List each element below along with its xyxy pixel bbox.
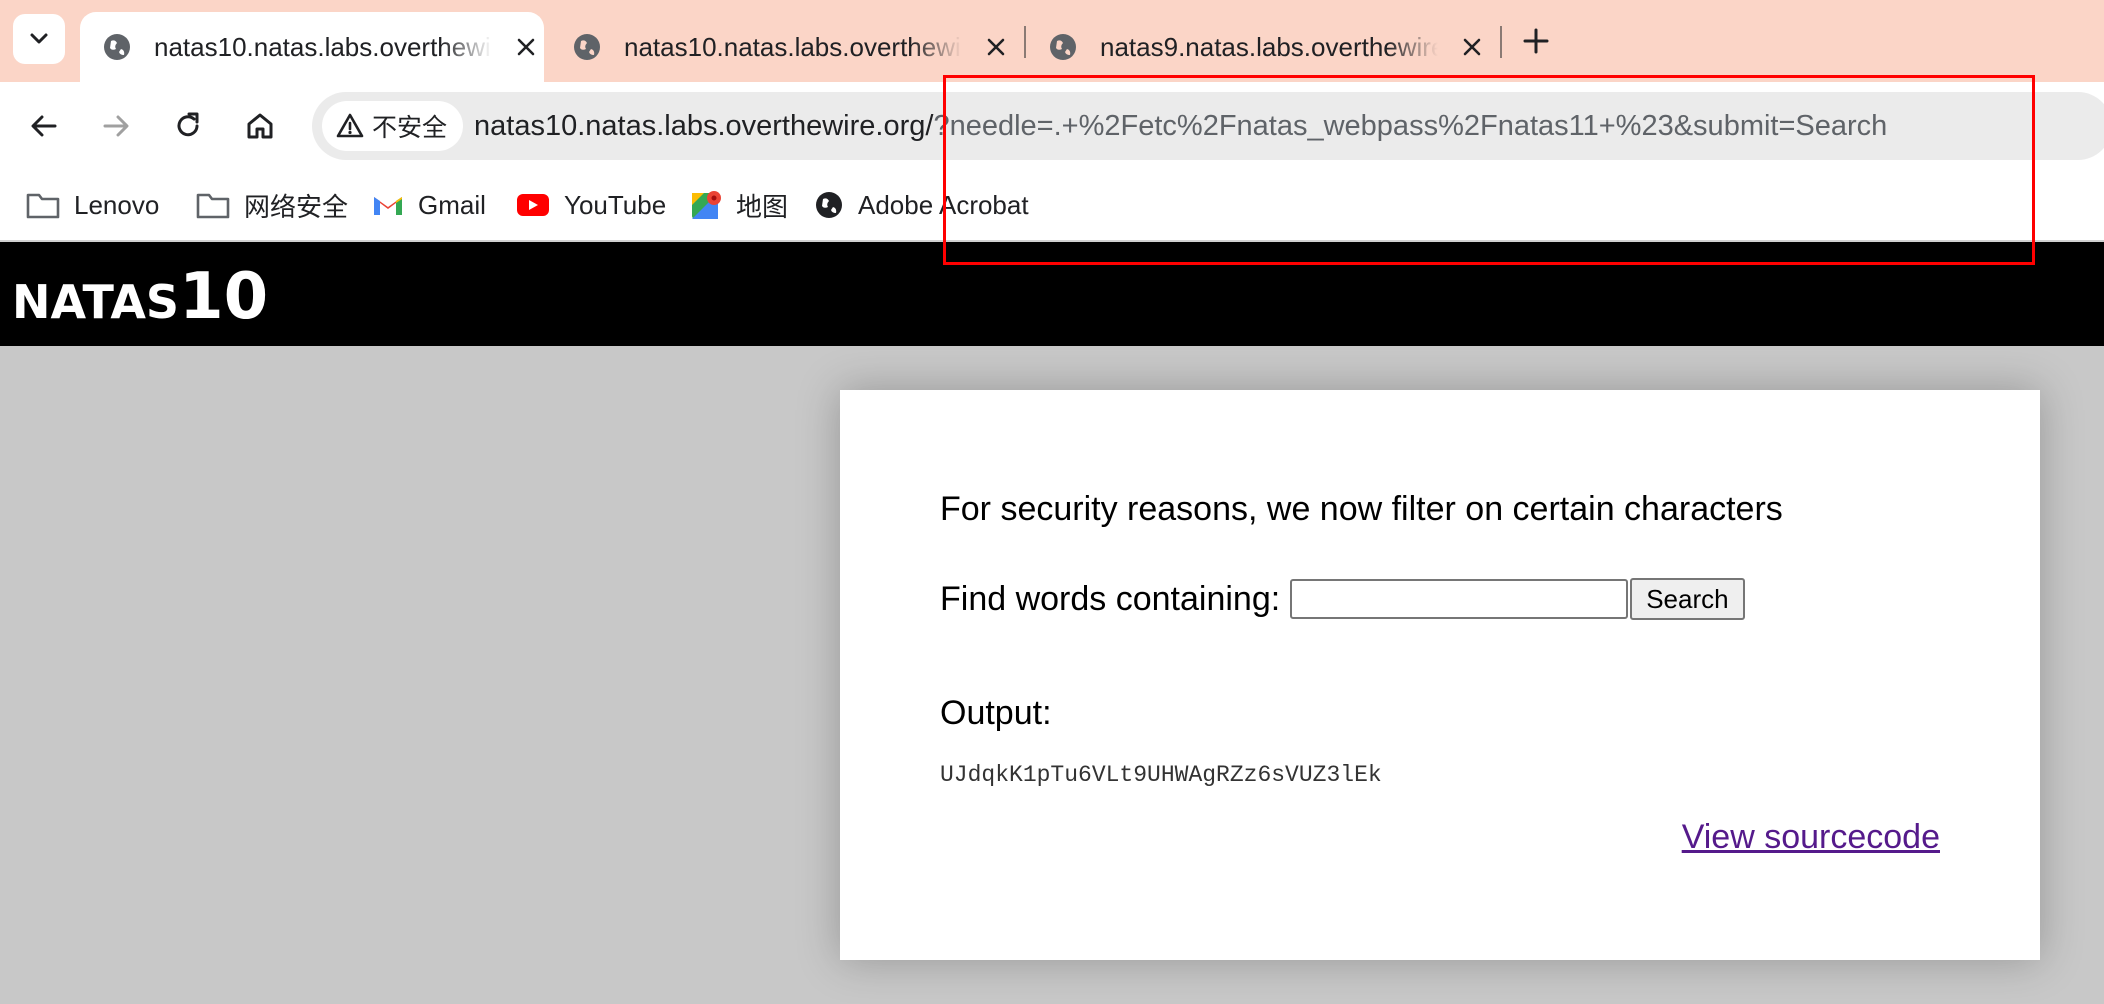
site-security-chip[interactable]: 不安全 (322, 101, 464, 151)
reload-button[interactable] (166, 104, 210, 148)
bookmark-maps[interactable]: 地图 (690, 170, 788, 240)
output-text: UJdqkK1pTu6VLt9UHWAgRZz6sVUZ3lEk (940, 762, 1382, 788)
bookmark-label: Adobe Acrobat (858, 189, 1029, 220)
bookmark-label: 地图 (736, 191, 789, 222)
find-words-label: Find words containing: (940, 579, 1281, 618)
bookmark-lenovo[interactable]: Lenovo (26, 170, 159, 240)
url-query: ?needle=.+%2Fetc%2Fnatas_webpass%2Fnatas… (933, 110, 1888, 142)
needle-input[interactable] (1290, 579, 1629, 619)
bookmark-label: YouTube (564, 189, 667, 220)
bookmark-label: Gmail (418, 189, 486, 220)
view-sourcecode-link[interactable]: View sourcecode (1682, 818, 1940, 857)
bookmark-youtube[interactable]: YouTube (516, 170, 666, 240)
globe-icon (816, 192, 842, 218)
arrow-left-icon (31, 115, 57, 137)
globe-icon (104, 34, 130, 60)
search-form: Find words containing: Search (940, 576, 1745, 622)
tab-search-button[interactable] (13, 14, 65, 64)
tab-title: natas10.natas.labs.overthewire.org (154, 31, 492, 62)
back-button[interactable] (22, 104, 66, 148)
tab-natas10-active[interactable]: natas10.natas.labs.overthewire.org (80, 12, 544, 82)
new-tab-plus-icon[interactable] (1519, 24, 1553, 58)
bookmark-network-security[interactable]: 网络安全 (196, 170, 348, 240)
address-bar[interactable]: 不安全 natas10.natas.labs.overthewire.org/?… (312, 92, 2104, 160)
bookmark-gmail[interactable]: Gmail (372, 170, 486, 240)
url-host: natas10.natas.labs.overthewire.org/ (474, 110, 934, 142)
globe-icon (1050, 34, 1076, 60)
natas-logo: NATAS10 (12, 260, 268, 334)
tab-natas10[interactable]: natas10.natas.labs.overthewire.org (552, 12, 1012, 82)
tab-title: natas9.natas.labs.overthewire.org (1100, 31, 1438, 62)
tab-title: natas10.natas.labs.overthewire.org (624, 31, 962, 62)
tab-separator (1024, 26, 1026, 58)
home-icon (247, 113, 273, 139)
globe-icon (574, 34, 600, 60)
close-tab-icon[interactable] (514, 35, 538, 59)
content-panel: For security reasons, we now filter on c… (840, 390, 2040, 960)
tab-strip: natas10.natas.labs.overthewire.org natas… (0, 0, 2104, 82)
browser-toolbar: 不安全 natas10.natas.labs.overthewire.org/?… (0, 82, 2104, 170)
close-tab-icon[interactable] (1460, 35, 1484, 59)
arrow-right-icon (103, 115, 129, 137)
forward-button[interactable] (94, 104, 138, 148)
gmail-icon (374, 197, 402, 215)
folder-icon (26, 193, 60, 219)
logo-prefix: NATAS (12, 275, 180, 329)
security-label: 不安全 (372, 114, 448, 142)
bookmarks-bar: Lenovo 网络安全 Gmail YouTube 地图 Adobe Acrob… (0, 170, 2104, 242)
chevron-down-icon (30, 33, 48, 44)
warning-triangle-icon (336, 113, 364, 138)
tab-natas9[interactable]: natas9.natas.labs.overthewire.org (1028, 12, 1488, 82)
maps-icon (692, 191, 721, 219)
bookmark-adobe-acrobat[interactable]: Adobe Acrobat (814, 170, 1029, 240)
close-tab-icon[interactable] (984, 35, 1008, 59)
url-text[interactable]: natas10.natas.labs.overthewire.org/?need… (474, 92, 1887, 160)
intro-text: For security reasons, we now filter on c… (940, 490, 1783, 528)
tab-separator (1500, 26, 1502, 58)
bookmark-label: 网络安全 (244, 191, 349, 222)
search-button[interactable]: Search (1630, 578, 1745, 620)
youtube-icon (517, 194, 549, 216)
logo-number: 10 (179, 260, 269, 334)
home-button[interactable] (238, 104, 282, 148)
bookmark-label: Lenovo (74, 189, 160, 220)
natas-header: NATAS10 (0, 242, 2104, 346)
folder-icon (196, 193, 230, 219)
output-heading: Output: (940, 694, 1052, 732)
reload-icon (177, 112, 199, 137)
